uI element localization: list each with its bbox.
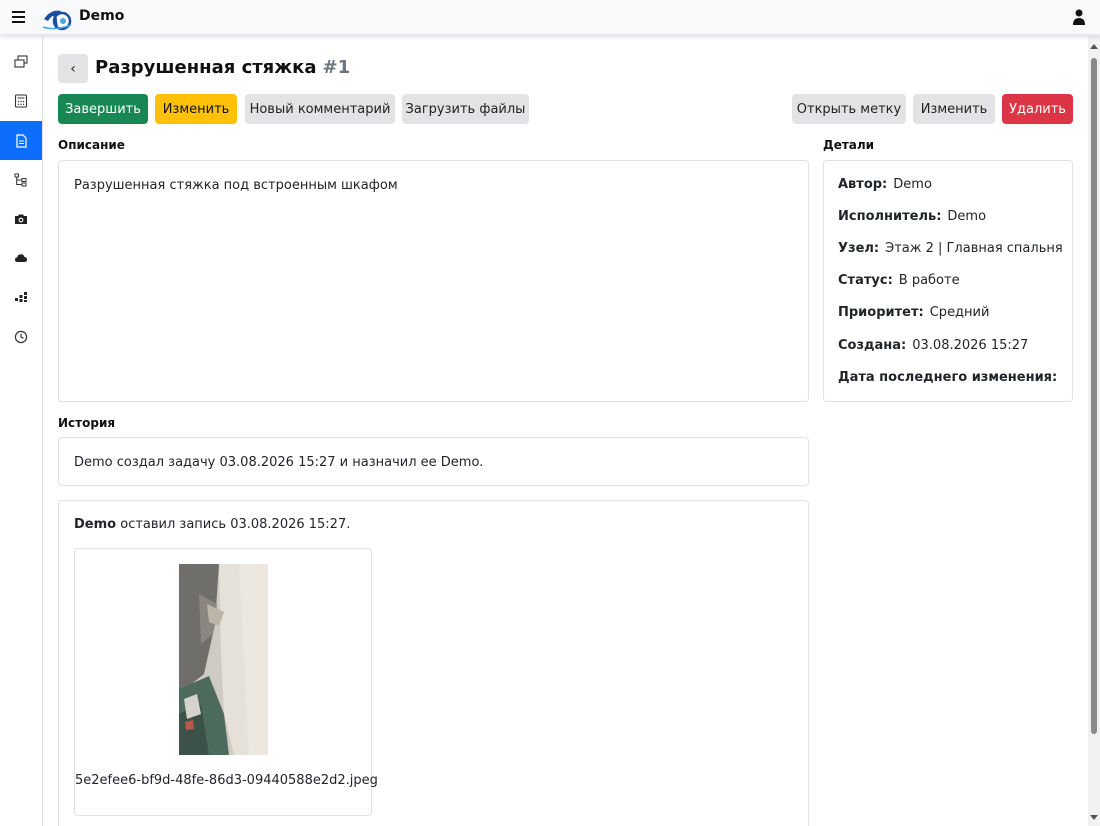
scroll-up-icon[interactable] bbox=[1090, 44, 1098, 49]
detail-assignee: Исполнитель: Demo bbox=[838, 209, 987, 224]
edit-button[interactable]: Изменить bbox=[155, 94, 237, 124]
detail-priority: Приоритет: Средний bbox=[838, 305, 990, 320]
sidebar-item-tree[interactable] bbox=[0, 160, 42, 199]
user-icon[interactable] bbox=[1072, 9, 1086, 25]
detail-modified: Дата последнего изменения: bbox=[838, 370, 1058, 385]
top-bar: Demo bbox=[0, 0, 1100, 35]
layers-icon bbox=[14, 54, 28, 68]
edit-details-button[interactable]: Изменить bbox=[913, 94, 995, 124]
details-label: Детали bbox=[823, 138, 875, 152]
history-entry-card: Demo оставил запись 03.08.2026 15:27. 5e… bbox=[58, 500, 809, 826]
sidebar-item-documents[interactable] bbox=[0, 121, 42, 160]
details-card: Автор: Demo Исполнитель: Demo Узел: Этаж 2 … bbox=[823, 160, 1073, 402]
complete-button[interactable]: Завершить bbox=[58, 94, 148, 124]
sidebar-item-layers[interactable] bbox=[0, 42, 42, 81]
logo-icon[interactable] bbox=[41, 5, 73, 31]
scroll-thumb[interactable] bbox=[1091, 58, 1097, 734]
task-number: #1 bbox=[322, 57, 351, 78]
sidebar-item-history[interactable] bbox=[0, 317, 42, 356]
sidebar bbox=[0, 36, 43, 826]
sidebar-item-cloud[interactable] bbox=[0, 238, 42, 277]
clock-icon bbox=[14, 330, 28, 343]
attachment-thumbnail[interactable] bbox=[179, 564, 268, 755]
description-label: Описание bbox=[58, 138, 125, 152]
entry-message: оставил запись 03.08.2026 15:27. bbox=[120, 517, 351, 532]
open-mark-button[interactable]: Открыть метку bbox=[792, 94, 906, 124]
description-text: Разрушенная стяжка под встроенным шкафом bbox=[74, 178, 398, 193]
page-title: Разрушенная стяжка #1 bbox=[95, 57, 350, 78]
history-event-text: Demo создал задачу 03.08.2026 15:27 и на… bbox=[74, 455, 484, 470]
dashboard-icon bbox=[15, 291, 27, 302]
detail-node: Узел: Этаж 2 | Главная спальня bbox=[838, 241, 1063, 256]
scroll-down-icon[interactable] bbox=[1090, 815, 1098, 820]
delete-button[interactable]: Удалить bbox=[1002, 94, 1073, 124]
detail-author: Автор: Demo bbox=[838, 177, 932, 192]
document-icon bbox=[16, 133, 27, 148]
detail-created: Создана: 03.08.2026 15:27 bbox=[838, 338, 1029, 353]
tree-icon bbox=[14, 173, 27, 186]
hamburger-icon[interactable] bbox=[12, 11, 25, 23]
chevron-left-icon: ‹ bbox=[70, 60, 76, 77]
back-button[interactable]: ‹ bbox=[58, 54, 88, 83]
attachment-card[interactable]: 5e2efee6-bf9d-48fe-86d3-09440588e2d2.jpe… bbox=[74, 548, 378, 816]
history-label: История bbox=[58, 416, 116, 430]
scrollbar[interactable] bbox=[1088, 36, 1100, 826]
cloud-icon bbox=[15, 253, 27, 262]
sidebar-item-calculator[interactable] bbox=[0, 81, 42, 120]
sidebar-item-dashboard[interactable] bbox=[0, 277, 42, 316]
history-entry-text: Demo оставил запись 03.08.2026 15:27. bbox=[74, 517, 350, 532]
entry-author: Demo bbox=[74, 517, 117, 532]
upload-files-button[interactable]: Загрузить файлы bbox=[402, 94, 529, 124]
new-comment-button[interactable]: Новый комментарий bbox=[245, 94, 395, 124]
camera-icon bbox=[15, 214, 27, 224]
calculator-icon bbox=[14, 93, 28, 108]
sidebar-item-camera[interactable] bbox=[0, 199, 42, 238]
description-card: Разрушенная стяжка под встроенным шкафом bbox=[58, 160, 809, 402]
detail-status: Статус: В работе bbox=[838, 273, 960, 288]
attachment-file-name[interactable]: 5e2efee6-bf9d-48fe-86d3-09440588e2d2.jpe… bbox=[75, 773, 378, 788]
history-event-card: Demo создал задачу 03.08.2026 15:27 и на… bbox=[58, 437, 809, 486]
task-title: Разрушенная стяжка bbox=[95, 57, 317, 78]
app-title: Demo bbox=[79, 8, 125, 24]
